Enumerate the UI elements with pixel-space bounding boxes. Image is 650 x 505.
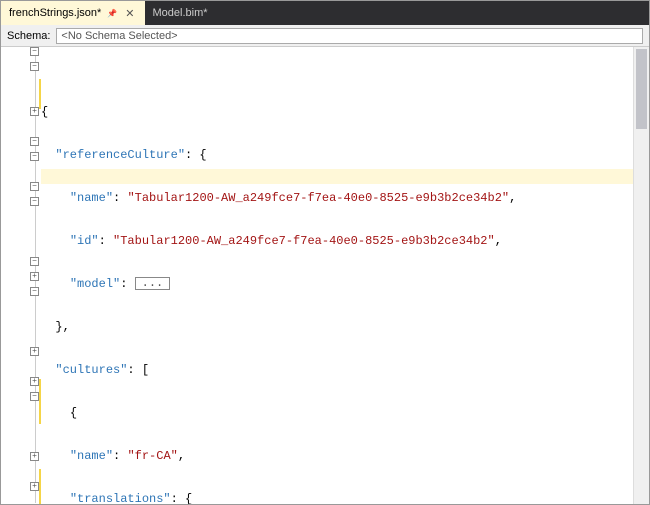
fold-toggle[interactable]: − [30,152,39,161]
fold-toggle[interactable]: + [30,107,39,116]
tab-frenchstrings[interactable]: frenchStrings.json* 📌 ✕ [1,1,145,25]
fold-toggle[interactable]: − [30,47,39,56]
fold-toggle[interactable]: − [30,392,39,401]
fold-toggle[interactable]: + [30,347,39,356]
fold-toggle[interactable]: − [30,137,39,146]
fold-toggle[interactable]: − [30,257,39,266]
fold-toggle[interactable]: − [30,197,39,206]
schema-bar: Schema: <No Schema Selected> [1,25,649,47]
fold-toggle[interactable]: + [30,482,39,491]
tab-label: Model.bim* [153,7,208,19]
fold-toggle[interactable]: + [30,452,39,461]
tab-label: frenchStrings.json* [9,7,101,19]
fold-toggle[interactable]: − [30,287,39,296]
fold-toggle[interactable]: + [30,377,39,386]
tab-bar: frenchStrings.json* 📌 ✕ Model.bim* [1,1,649,25]
fold-gutter: − − + − − − − − + − + + − + + [1,47,41,504]
fold-toggle[interactable]: − [30,62,39,71]
pin-icon[interactable]: 📌 [107,9,117,18]
tab-modelbim[interactable]: Model.bim* [145,1,216,25]
scrollbar-thumb[interactable] [636,49,647,129]
editor: − − + − − − − − + − + + − + + { "referen… [1,47,649,504]
fold-toggle[interactable]: − [30,182,39,191]
fold-toggle[interactable]: + [30,272,39,281]
vertical-scrollbar[interactable] [633,47,649,504]
schema-label: Schema: [7,30,50,42]
close-icon[interactable]: ✕ [123,7,136,20]
collapsed-node[interactable]: ... [135,277,171,290]
code-area[interactable]: { "referenceCulture": { "name": "Tabular… [41,47,633,504]
schema-dropdown[interactable]: <No Schema Selected> [56,28,643,44]
